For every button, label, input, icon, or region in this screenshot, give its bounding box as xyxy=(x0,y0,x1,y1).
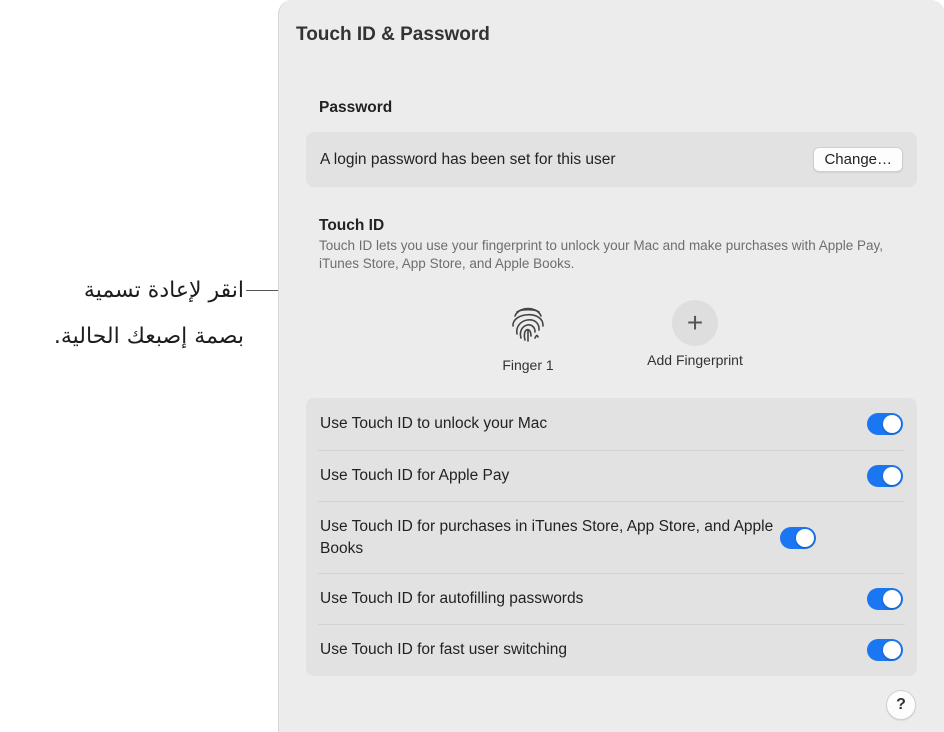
option-label: Use Touch ID for Apple Pay xyxy=(320,467,510,484)
add-fingerprint-label: Add Fingerprint xyxy=(647,352,743,368)
option-label: Use Touch ID for purchases in iTunes Sto… xyxy=(320,517,774,557)
option-label: Use Touch ID to unlock your Mac xyxy=(320,415,548,432)
plus-icon[interactable]: + xyxy=(672,300,718,346)
option-row-apple-pay: Use Touch ID for Apple Pay xyxy=(318,450,905,501)
touch-id-options-group: Use Touch ID to unlock your Mac Use Touc… xyxy=(306,398,917,676)
touch-id-description: Touch ID lets you use your fingerprint t… xyxy=(319,238,884,271)
password-row: A login password has been set for this u… xyxy=(306,132,917,187)
help-button[interactable]: ? xyxy=(886,690,916,720)
finger-1-item[interactable]: Finger 1 xyxy=(458,300,598,373)
callout-annotation: انقر لإعادة تسمية بصمة إصبعك الحالية. xyxy=(0,268,244,360)
callout-line-2: بصمة إصبعك الحالية. xyxy=(53,324,244,349)
password-heading: Password xyxy=(319,99,393,116)
option-row-autofill: Use Touch ID for autofilling passwords xyxy=(318,573,905,624)
add-fingerprint-item[interactable]: + Add Fingerprint xyxy=(625,300,765,368)
settings-panel: Touch ID & Password Password A login pas… xyxy=(278,0,944,732)
option-label: Use Touch ID for fast user switching xyxy=(320,641,567,658)
apple-pay-toggle[interactable] xyxy=(867,465,903,487)
user-switching-toggle[interactable] xyxy=(867,639,903,661)
toggle-knob xyxy=(883,590,901,608)
toggle-knob xyxy=(883,641,901,659)
password-status-text: A login password has been set for this u… xyxy=(320,150,616,168)
option-label: Use Touch ID for autofilling passwords xyxy=(320,590,584,607)
change-password-button[interactable]: Change… xyxy=(813,147,903,172)
toggle-knob xyxy=(796,528,814,547)
touch-id-heading: Touch ID xyxy=(319,217,385,234)
page-title: Touch ID & Password xyxy=(296,24,490,45)
toggle-knob xyxy=(883,467,901,485)
option-row-unlock-mac: Use Touch ID to unlock your Mac xyxy=(306,398,917,450)
unlock-mac-toggle[interactable] xyxy=(867,413,903,435)
autofill-toggle[interactable] xyxy=(867,588,903,610)
option-row-purchases: Use Touch ID for purchases in iTunes Sto… xyxy=(318,501,905,573)
fingerprint-icon xyxy=(512,307,544,342)
callout-line-1: انقر لإعادة تسمية xyxy=(83,278,244,303)
option-row-user-switching: Use Touch ID for fast user switching xyxy=(318,624,905,675)
purchases-toggle[interactable] xyxy=(780,526,816,549)
toggle-knob xyxy=(883,415,901,433)
finger-1-label: Finger 1 xyxy=(502,357,554,373)
password-group: A login password has been set for this u… xyxy=(306,132,917,187)
